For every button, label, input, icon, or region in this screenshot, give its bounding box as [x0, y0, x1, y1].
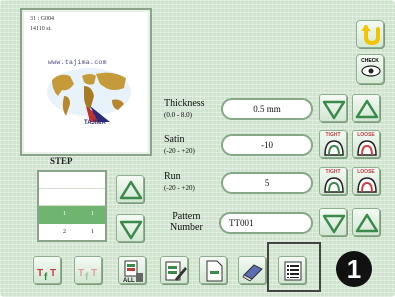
- thickness-decrease-button[interactable]: [319, 94, 347, 122]
- delete-all-icon: ALL: [123, 260, 143, 284]
- step-row[interactable]: 21: [39, 224, 105, 241]
- svg-text:f: f: [44, 272, 48, 283]
- loose-label: LOOSE: [357, 132, 375, 138]
- step-up-button[interactable]: [116, 175, 144, 203]
- design-preview: 31 : G004 14110 st. www.tajima.com TAJIM…: [20, 8, 152, 156]
- brand-logo-text: TAJIMA: [84, 120, 106, 126]
- pattern-previous-button[interactable]: [319, 208, 347, 236]
- return-arrow-icon: [361, 25, 380, 46]
- eraser-button[interactable]: [238, 256, 266, 284]
- svg-text:T: T: [37, 268, 43, 279]
- svg-text:f: f: [85, 272, 89, 283]
- new-document-button[interactable]: [199, 256, 227, 284]
- thickness-label: Thickness (0.0 - 8.0): [164, 98, 205, 119]
- tft-disabled-icon: T f T: [78, 268, 97, 283]
- satin-loose-button[interactable]: LOOSE: [352, 130, 380, 158]
- tft-icon: T f T: [37, 268, 56, 283]
- step-row-selected[interactable]: 11: [39, 206, 105, 224]
- design-id: 31 : G004: [30, 16, 54, 22]
- edit-button[interactable]: [160, 256, 188, 284]
- callout-highlight-box: [267, 242, 321, 292]
- eye-icon: [361, 65, 381, 77]
- step-row[interactable]: [39, 172, 105, 189]
- tft-disabled-button[interactable]: T f T: [74, 256, 102, 284]
- all-label: ALL: [123, 278, 135, 284]
- stitch-count: 14110 st.: [30, 26, 52, 32]
- pattern-number-label: Pattern Number: [170, 211, 203, 233]
- tight-label: TIGHT: [325, 132, 341, 138]
- run-tight-button[interactable]: TIGHT: [319, 167, 347, 195]
- satin-label: Satin (-20 - +20): [164, 134, 195, 155]
- thickness-field[interactable]: 0.5 mm: [221, 98, 313, 120]
- run-label: Run (-20 - +20): [164, 171, 195, 192]
- svg-text:T: T: [91, 268, 97, 279]
- loose-label: LOOSE: [357, 169, 375, 175]
- world-map-image: [47, 68, 131, 122]
- pattern-next-button[interactable]: [352, 208, 380, 236]
- svg-text:T: T: [50, 268, 56, 279]
- step-down-button[interactable]: [116, 214, 144, 242]
- satin-tight-button[interactable]: TIGHT: [319, 130, 347, 158]
- pattern-number-field[interactable]: TT001: [219, 212, 313, 234]
- step-title: STEP: [50, 156, 73, 166]
- triangle-up-icon: [355, 99, 379, 119]
- thickness-increase-button[interactable]: [352, 94, 380, 122]
- delete-all-button[interactable]: ALL: [118, 256, 146, 284]
- check-button[interactable]: CHECK: [356, 54, 384, 84]
- satin-field[interactable]: -10: [221, 134, 313, 156]
- triangle-down-icon: [322, 100, 346, 120]
- tft-button[interactable]: T f T: [33, 256, 61, 284]
- tight-label: TIGHT: [325, 169, 341, 175]
- eraser-icon: [242, 264, 263, 282]
- return-button[interactable]: [356, 20, 384, 48]
- triangle-up-icon: [355, 213, 379, 233]
- new-document-icon: [206, 260, 223, 282]
- run-field[interactable]: 5: [221, 172, 313, 194]
- triangle-down-icon: [322, 214, 346, 234]
- edit-document-icon: [165, 261, 187, 281]
- step-list[interactable]: 11 21: [37, 170, 107, 242]
- svg-text:T: T: [78, 268, 84, 279]
- design-url-text: www.tajima.com: [48, 59, 107, 66]
- triangle-up-icon: [119, 180, 143, 200]
- triangle-down-icon: [119, 220, 143, 240]
- callout-number-badge: 1: [336, 251, 372, 287]
- main-screen: 31 : G004 14110 st. www.tajima.com TAJIM…: [0, 0, 395, 297]
- step-row[interactable]: [39, 189, 105, 206]
- run-loose-button[interactable]: LOOSE: [352, 167, 380, 195]
